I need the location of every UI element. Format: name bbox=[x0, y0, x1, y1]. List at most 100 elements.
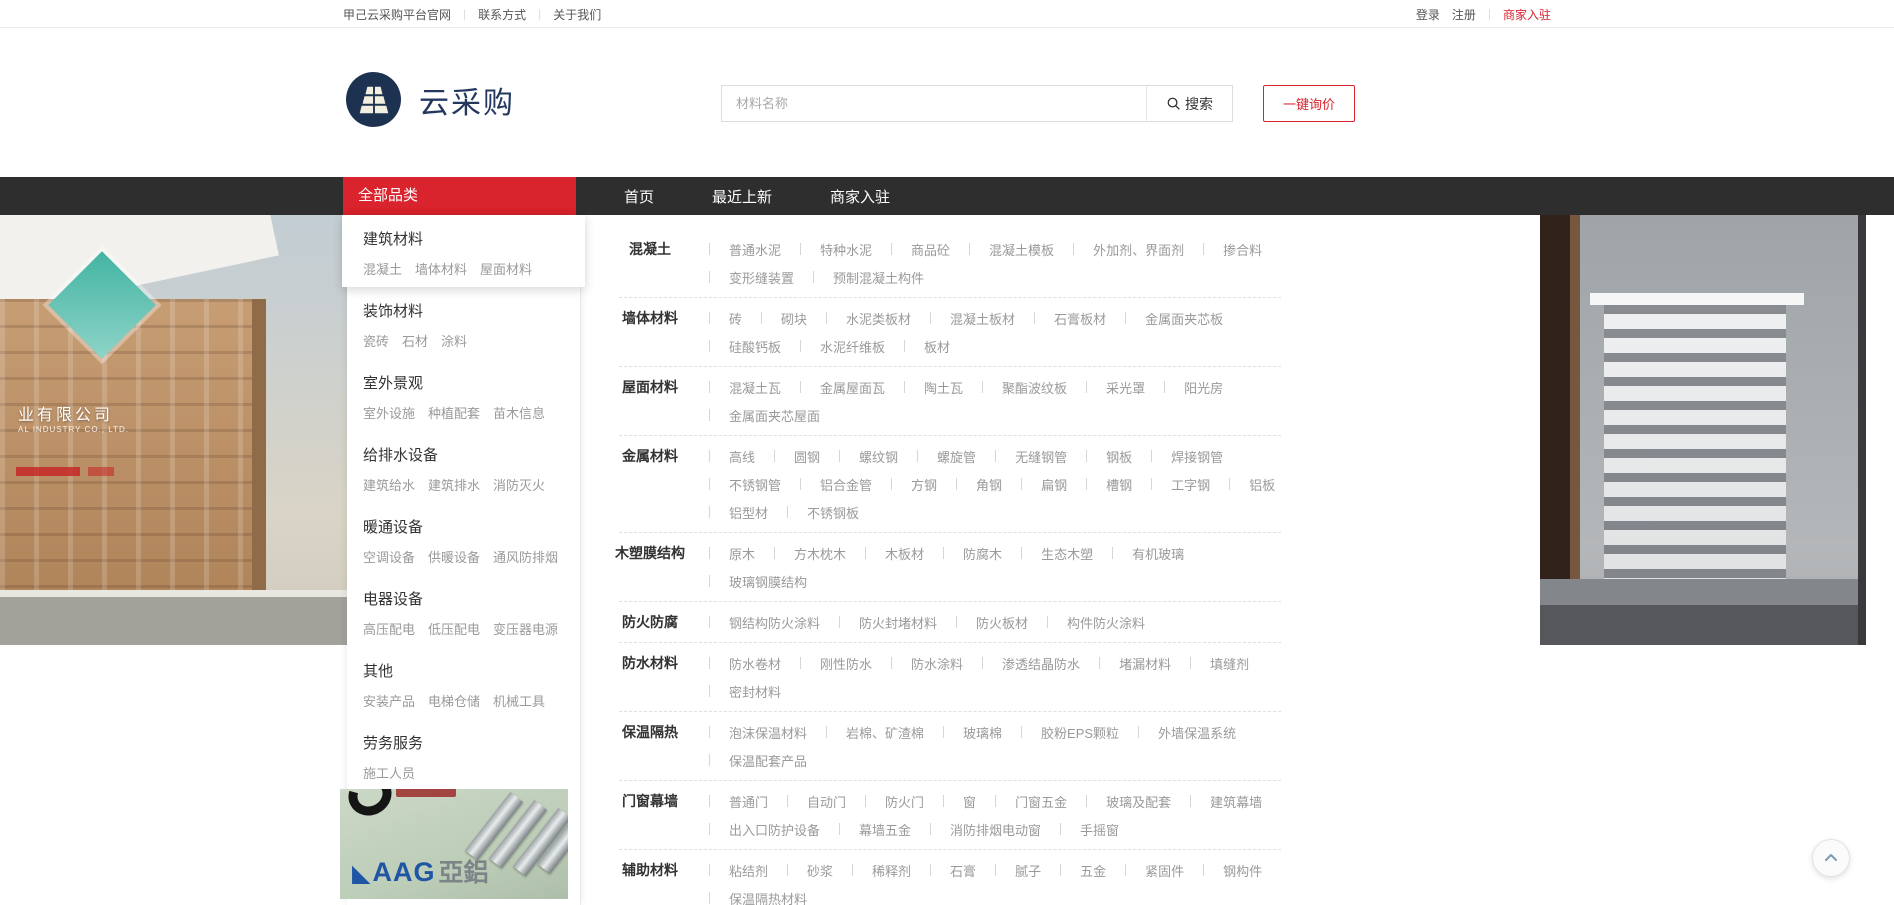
sidebar-link[interactable]: 低压配电 bbox=[428, 619, 480, 638]
menu-item[interactable]: 方钢 bbox=[872, 471, 937, 497]
menu-row-title[interactable]: 门窗幕墙 bbox=[610, 788, 690, 814]
menu-item[interactable]: 硅酸钙板 bbox=[690, 333, 781, 359]
sidebar-link[interactable]: 石材 bbox=[402, 331, 428, 350]
menu-item[interactable]: 金属面夹芯板 bbox=[1106, 305, 1223, 331]
menu-item[interactable]: 水泥纤维板 bbox=[781, 333, 885, 359]
sidebar-group-title[interactable]: 室外景观 bbox=[363, 372, 580, 393]
menu-item[interactable]: 有机玻璃 bbox=[1093, 540, 1184, 566]
menu-item[interactable]: 螺旋管 bbox=[898, 443, 976, 469]
sidebar-group-title[interactable]: 劳务服务 bbox=[363, 732, 580, 753]
logo-link[interactable]: 云采购 bbox=[346, 72, 515, 127]
menu-item[interactable]: 板材 bbox=[885, 333, 950, 359]
menu-item[interactable]: 刚性防水 bbox=[781, 650, 872, 676]
menu-item[interactable]: 铝合金管 bbox=[781, 471, 872, 497]
scroll-top-button[interactable] bbox=[1812, 839, 1850, 877]
menu-item[interactable]: 外加剂、界面剂 bbox=[1054, 236, 1184, 262]
menu-item[interactable]: 建筑幕墙 bbox=[1171, 788, 1262, 814]
menu-item[interactable]: 填缝剂 bbox=[1171, 650, 1249, 676]
menu-row-title[interactable]: 金属材料 bbox=[610, 443, 690, 469]
quick-inquiry-button[interactable]: 一键询价 bbox=[1263, 85, 1355, 122]
nav-link-2[interactable]: 商家入驻 bbox=[830, 186, 890, 207]
menu-item[interactable]: 混凝土模板 bbox=[950, 236, 1054, 262]
menu-item[interactable]: 石膏 bbox=[911, 857, 976, 883]
sidebar-group-title[interactable]: 给排水设备 bbox=[363, 444, 580, 465]
menu-item[interactable]: 无缝钢管 bbox=[976, 443, 1067, 469]
topbar-link-1[interactable]: 联系方式 bbox=[478, 6, 526, 23]
menu-row-title[interactable]: 木塑膜结构 bbox=[610, 540, 690, 566]
menu-row-title[interactable]: 保温隔热 bbox=[610, 719, 690, 745]
menu-item[interactable]: 防腐木 bbox=[924, 540, 1002, 566]
sidebar-link[interactable]: 瓷砖 bbox=[363, 331, 389, 350]
menu-item[interactable]: 高线 bbox=[690, 443, 755, 469]
sidebar-link[interactable]: 墙体材料 bbox=[415, 259, 467, 278]
menu-item[interactable]: 粘结剂 bbox=[690, 857, 768, 883]
menu-item[interactable]: 采光罩 bbox=[1067, 374, 1145, 400]
menu-item[interactable]: 工字钢 bbox=[1132, 471, 1210, 497]
menu-item[interactable]: 保温配套产品 bbox=[690, 747, 807, 773]
menu-item[interactable]: 胶粉EPS颗粒 bbox=[1002, 719, 1119, 745]
menu-item[interactable]: 商品砼 bbox=[872, 236, 950, 262]
menu-item[interactable]: 变形缝装置 bbox=[690, 264, 794, 290]
menu-row-title[interactable]: 屋面材料 bbox=[610, 374, 690, 400]
menu-item[interactable]: 混凝土瓦 bbox=[690, 374, 781, 400]
login-link[interactable]: 登录 bbox=[1416, 6, 1440, 23]
menu-item[interactable]: 金属屋面瓦 bbox=[781, 374, 885, 400]
sidebar-link[interactable]: 施工人员 bbox=[363, 763, 415, 782]
menu-item[interactable]: 玻璃钢膜结构 bbox=[690, 568, 807, 594]
menu-item[interactable]: 阳光房 bbox=[1145, 374, 1223, 400]
menu-item[interactable]: 自动门 bbox=[768, 788, 846, 814]
menu-item[interactable]: 密封材料 bbox=[690, 678, 781, 704]
menu-row-title[interactable]: 墙体材料 bbox=[610, 305, 690, 331]
sidebar-group-title[interactable]: 建筑材料 bbox=[363, 228, 585, 249]
menu-item[interactable]: 混凝土板材 bbox=[911, 305, 1015, 331]
menu-item[interactable]: 岩棉、矿渣棉 bbox=[807, 719, 924, 745]
all-categories-button[interactable]: 全部品类 bbox=[343, 177, 576, 215]
sidebar-link[interactable]: 消防灭火 bbox=[493, 475, 545, 494]
menu-item[interactable]: 预制混凝土构件 bbox=[794, 264, 924, 290]
sidebar-link[interactable]: 安装产品 bbox=[363, 691, 415, 710]
menu-item[interactable]: 铝板 bbox=[1210, 471, 1275, 497]
menu-item[interactable]: 钢结构防火涂料 bbox=[690, 609, 820, 635]
sidebar-link[interactable]: 高压配电 bbox=[363, 619, 415, 638]
menu-row-title[interactable]: 混凝土 bbox=[610, 236, 690, 262]
menu-item[interactable]: 槽钢 bbox=[1067, 471, 1132, 497]
nav-link-0[interactable]: 首页 bbox=[624, 186, 654, 207]
sidebar-link[interactable]: 种植配套 bbox=[428, 403, 480, 422]
menu-row-title[interactable]: 防火防腐 bbox=[610, 609, 690, 635]
merchant-join-link[interactable]: 商家入驻 bbox=[1503, 6, 1551, 23]
menu-item[interactable]: 普通门 bbox=[690, 788, 768, 814]
menu-item[interactable]: 外墙保温系统 bbox=[1119, 719, 1236, 745]
menu-item[interactable]: 堵漏材料 bbox=[1080, 650, 1171, 676]
sidebar-link[interactable]: 电梯仓储 bbox=[428, 691, 480, 710]
menu-item[interactable]: 生态木塑 bbox=[1002, 540, 1093, 566]
menu-item[interactable]: 防火板材 bbox=[937, 609, 1028, 635]
sidebar-link[interactable]: 机械工具 bbox=[493, 691, 545, 710]
menu-item[interactable]: 钢板 bbox=[1067, 443, 1132, 469]
menu-item[interactable]: 紧固件 bbox=[1106, 857, 1184, 883]
menu-item[interactable]: 水泥类板材 bbox=[807, 305, 911, 331]
menu-item[interactable]: 焊接钢管 bbox=[1132, 443, 1223, 469]
sidebar-group-title[interactable]: 其他 bbox=[363, 660, 580, 681]
sidebar-link[interactable]: 建筑给水 bbox=[363, 475, 415, 494]
menu-item[interactable]: 消防排烟电动窗 bbox=[911, 816, 1041, 842]
menu-item[interactable]: 聚酯波纹板 bbox=[963, 374, 1067, 400]
menu-item[interactable]: 不锈钢板 bbox=[768, 499, 859, 525]
menu-item[interactable]: 腻子 bbox=[976, 857, 1041, 883]
sidebar-link[interactable]: 变压器电源 bbox=[493, 619, 558, 638]
register-link[interactable]: 注册 bbox=[1452, 6, 1476, 23]
menu-item[interactable]: 砂浆 bbox=[768, 857, 833, 883]
menu-row-title[interactable]: 辅助材料 bbox=[610, 857, 690, 883]
menu-item[interactable]: 石膏板材 bbox=[1015, 305, 1106, 331]
menu-item[interactable]: 普通水泥 bbox=[690, 236, 781, 262]
search-input[interactable] bbox=[722, 86, 1146, 121]
menu-item[interactable]: 玻璃棉 bbox=[924, 719, 1002, 745]
menu-item[interactable]: 陶土瓦 bbox=[885, 374, 963, 400]
promo-banner[interactable]: ◣ AAG 亞鋁 bbox=[340, 789, 568, 899]
menu-item[interactable]: 角钢 bbox=[937, 471, 1002, 497]
menu-item[interactable]: 原木 bbox=[690, 540, 755, 566]
menu-item[interactable]: 渗透结晶防水 bbox=[963, 650, 1080, 676]
menu-item[interactable]: 掺合料 bbox=[1184, 236, 1262, 262]
menu-item[interactable]: 扁钢 bbox=[1002, 471, 1067, 497]
sidebar-group-title[interactable]: 装饰材料 bbox=[363, 300, 580, 321]
menu-item[interactable]: 砌块 bbox=[742, 305, 807, 331]
